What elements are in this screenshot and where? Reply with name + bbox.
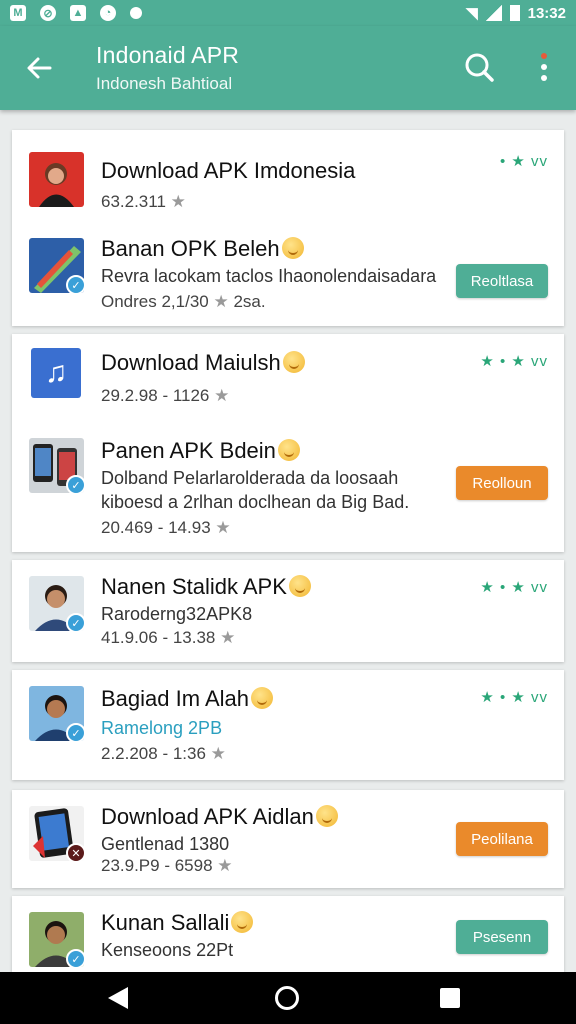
app-meta: 2.2.208 - 1:36 ★ (101, 744, 226, 763)
app-card: ✓ Bagiad Im Alah Ramelong 2PB 2.2.208 - … (12, 670, 564, 780)
install-button[interactable]: Psesenn (456, 920, 548, 954)
star-icon: ★ (217, 856, 233, 875)
app-thumbnail-portrait: ✓ (29, 576, 84, 631)
star-icon: ★ (214, 386, 230, 405)
app-list-item[interactable]: ✓ Banan OPK Beleh Revra lacokam taclos I… (12, 228, 564, 326)
app-name: Download Maiulsh (101, 350, 305, 376)
verified-badge-icon: ✓ (66, 613, 84, 631)
star-icon: ★ (210, 744, 226, 763)
rating-stars: ★ • ★ vv (480, 579, 548, 596)
verified-badge-icon: ✓ (66, 475, 84, 493)
app-description: Kenseoons 22Pt (101, 940, 234, 960)
signal-icon (485, 5, 502, 21)
app-title: Indonaid APR (96, 42, 240, 68)
install-button[interactable]: Peolilana (456, 822, 548, 856)
battery-icon (509, 5, 520, 21)
star-icon: ★ (213, 292, 229, 311)
search-icon[interactable] (462, 50, 496, 84)
app-name: Bagiad Im Alah (101, 686, 273, 712)
app-meta: 63.2.311 ★ (101, 192, 186, 211)
smile-emoji-icon (288, 575, 311, 597)
app-meta: 41.9.06 - 13.38 ★ (101, 628, 236, 647)
app-list-item[interactable]: ✓ Kunan Sallali Kenseoons 22Pt Psesenn (12, 896, 564, 972)
app-thumbnail-portrait: ✓ (29, 912, 84, 967)
app-card: ✕ Download APK Aidlan Gentlenad 1380 23.… (12, 790, 564, 888)
app-meta: Ondres 2,1/30 ★ 2sa. (101, 292, 266, 311)
clock: 13:32 (527, 4, 566, 22)
verified-badge-icon: ✓ (66, 275, 84, 293)
smile-emoji-icon (231, 911, 254, 933)
app-thumbnail-portrait (29, 152, 84, 207)
nav-back-icon[interactable] (108, 987, 128, 1009)
app-meta: 29.2.98 - 1126 ★ (101, 386, 230, 405)
app-thumbnail-phones: ✓ (29, 438, 84, 493)
app-list-item[interactable]: ✓ Bagiad Im Alah Ramelong 2PB 2.2.208 - … (12, 670, 564, 780)
star-icon: ★ (220, 628, 236, 647)
app-name: Nanen Stalidk APK (101, 574, 311, 600)
app-card: ✓ Nanen Stalidk APK Raroderng32APK8 41.9… (12, 560, 564, 662)
notification-icon-m: M (10, 5, 26, 21)
app-thumbnail-brush: ✓ (29, 238, 84, 293)
back-arrow-icon[interactable] (24, 53, 54, 83)
app-meta: 20.469 - 14.93 ★ (101, 518, 231, 537)
navigation-bar (0, 972, 576, 1024)
smile-emoji-icon (315, 805, 338, 827)
app-name: Kunan Sallali (101, 910, 254, 936)
app-name: Panen APK Bdein (101, 438, 300, 464)
notification-icon-messenger: ◔ (100, 5, 116, 21)
rating-stars: • ★ vv (499, 153, 548, 170)
app-name: Banan OPK Beleh (101, 236, 304, 262)
smile-emoji-icon (250, 687, 273, 709)
app-list-item[interactable]: ♫ Download Maiulsh 29.2.98 - 1126 ★ ★ • … (12, 334, 564, 424)
status-bar: M ⊘ ▲ ◔ ◥ 13:32 (0, 0, 576, 26)
app-card: ♫ Download Maiulsh 29.2.98 - 1126 ★ ★ • … (12, 334, 564, 552)
verified-badge-icon: ✓ (66, 949, 84, 967)
verified-badge-icon: ✓ (66, 723, 84, 741)
wifi-icon: ◥ (466, 5, 478, 22)
app-description-line2: kiboesd a 2rlhan doclhean da Big Bad. (101, 492, 410, 512)
app-meta: 23.9.P9 - 6598 ★ (101, 856, 233, 875)
notification-icon-shield: ⊘ (40, 5, 56, 21)
smile-emoji-icon (277, 439, 300, 461)
app-description: Revra lacokam taclos Ihaonolendaisadara (101, 266, 437, 286)
badge-icon: ✕ (66, 843, 84, 861)
app-list-item[interactable]: Download APK Imdonesia 63.2.311 ★ • ★ vv (12, 130, 564, 228)
more-options-icon[interactable] (530, 50, 558, 84)
install-button[interactable]: Reolloun (456, 466, 548, 500)
app-list-item[interactable]: ✓ Nanen Stalidk APK Raroderng32APK8 41.9… (12, 560, 564, 662)
smile-emoji-icon (282, 351, 305, 373)
app-card: ✓ Kunan Sallali Kenseoons 22Pt Psesenn (12, 896, 564, 972)
star-icon: ★ (170, 192, 186, 211)
nav-home-icon[interactable] (275, 986, 299, 1010)
app-name: Download APK Imdonesia (101, 158, 356, 183)
app-description[interactable]: Ramelong 2PB (101, 718, 222, 739)
star-icon: ★ (215, 518, 231, 537)
nav-recents-icon[interactable] (440, 988, 460, 1008)
rating-stars: ★ • ★ vv (480, 353, 548, 370)
app-description: Gentlenad 1380 (101, 834, 230, 854)
app-thumbnail-phone: ✕ (29, 806, 84, 861)
app-card: Download APK Imdonesia 63.2.311 ★ • ★ vv… (12, 130, 564, 326)
rating-stars: ★ • ★ vv (480, 689, 548, 706)
music-note-icon: ♫ (31, 348, 81, 398)
app-subtitle: Indonesh Bahtioal (96, 74, 233, 93)
notification-dot-icon (130, 7, 142, 19)
app-description: Dolband Pelarlarolderada da loosaah (101, 468, 399, 488)
app-list-item[interactable]: ✕ Download APK Aidlan Gentlenad 1380 23.… (12, 790, 564, 888)
smile-emoji-icon (281, 237, 304, 259)
notification-icon-image: ▲ (70, 5, 86, 21)
app-list-item[interactable]: ✓ Panen APK Bdein Dolband Pelarlaroldera… (12, 424, 564, 552)
app-description: Raroderng32APK8 (101, 604, 253, 624)
install-button[interactable]: Reoltlasa (456, 264, 548, 298)
app-name: Download APK Aidlan (101, 804, 338, 830)
app-thumbnail-portrait: ✓ (29, 686, 84, 741)
app-bar: Indonaid APR Indonesh Bahtioal (0, 26, 576, 110)
